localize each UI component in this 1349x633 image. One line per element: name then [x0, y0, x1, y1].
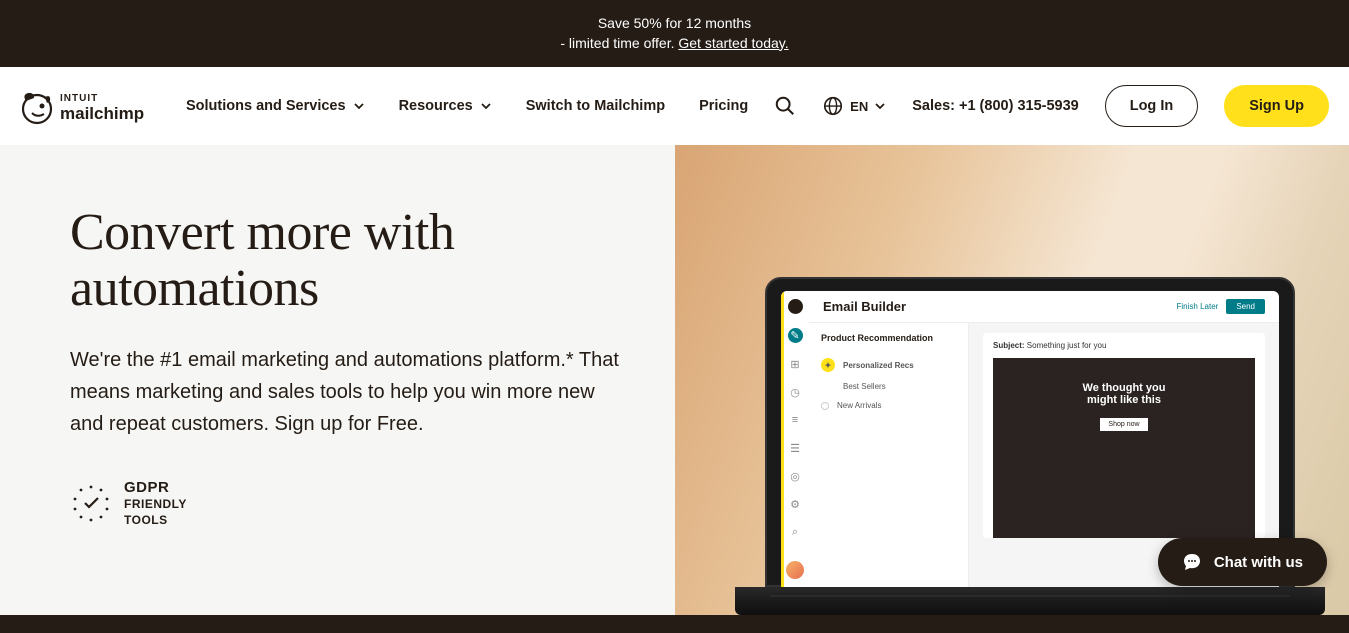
nav-switch[interactable]: Switch to Mailchimp [526, 98, 665, 114]
app-title: Email Builder [823, 299, 906, 314]
chevron-down-icon [874, 100, 886, 112]
chevron-down-icon [353, 100, 365, 112]
globe-icon [822, 95, 844, 117]
rail-icon: ⚙ [788, 497, 802, 511]
sidebar-item: ✦ Personalized Recs [821, 353, 956, 377]
brand-logo[interactable]: INTUIT mailchimp [20, 87, 150, 125]
primary-nav: Solutions and Services Resources Switch … [186, 98, 774, 114]
brand-name-text: mailchimp [60, 104, 144, 123]
send-button: Send [1226, 299, 1265, 314]
promo-banner: Save 50% for 12 months - limited time of… [0, 0, 1349, 67]
chat-widget[interactable]: Chat with us [1158, 538, 1327, 586]
app-sidebar: Product Recommendation ✦ Personalized Re… [809, 323, 969, 589]
rail-logo-icon [788, 299, 803, 314]
rail-search-icon: ⌕ [788, 525, 802, 539]
hero-section: Convert more with automations We're the … [0, 145, 1349, 615]
sales-phone[interactable]: Sales: +1 (800) 315-5939 [912, 98, 1078, 114]
promo-line-1: Save 50% for 12 months [0, 14, 1349, 34]
login-button[interactable]: Log In [1105, 85, 1199, 127]
canvas-subject: Subject: Something just for you [993, 341, 1255, 350]
nav-solutions[interactable]: Solutions and Services [186, 98, 365, 114]
chat-label: Chat with us [1214, 554, 1303, 571]
app-header: Email Builder Finish Later Send [809, 291, 1279, 323]
hero-copy: Convert more with automations We're the … [70, 205, 635, 615]
gdpr-text: GDPR FRIENDLY TOOLS [124, 478, 187, 529]
canvas-card: Subject: Something just for you We thoug… [983, 333, 1265, 538]
nav-resources[interactable]: Resources [399, 98, 492, 114]
gdpr-stars-icon [70, 482, 112, 524]
chevron-down-icon [480, 100, 492, 112]
search-icon[interactable] [774, 95, 796, 117]
laptop-base [735, 587, 1325, 615]
hero-title: Convert more with automations [70, 205, 635, 317]
app-rail: ✎ ⊞ ◷ ≡ ☰ ◎ ⚙ ⌕ [781, 291, 809, 589]
sidebar-title: Product Recommendation [821, 333, 956, 343]
rail-avatar-icon [786, 561, 804, 579]
rail-icon: ≡ [788, 413, 802, 427]
rail-icon: ⊞ [788, 357, 802, 371]
gdpr-badge: GDPR FRIENDLY TOOLS [70, 478, 635, 529]
rail-icon: ◷ [788, 385, 802, 399]
nav-pricing[interactable]: Pricing [699, 98, 748, 114]
chat-bubble-icon [1182, 552, 1202, 572]
language-selector[interactable]: EN [822, 95, 886, 117]
finish-later-link: Finish Later [1177, 302, 1219, 311]
rail-pen-icon: ✎ [788, 328, 803, 343]
rail-icon: ◎ [788, 469, 802, 483]
rail-icon: ☰ [788, 441, 802, 455]
shop-now-button: Shop now [1100, 418, 1147, 431]
sidebar-item: Best Sellers [821, 377, 956, 396]
promo-cta-link[interactable]: Get started today. [678, 35, 788, 51]
promo-line-2: - limited time offer. Get started today. [0, 34, 1349, 54]
radio-icon [821, 402, 829, 410]
brand-parent-text: INTUIT [60, 93, 98, 104]
hero-subtitle: We're the #1 email marketing and automat… [70, 344, 630, 440]
header-actions: EN Sales: +1 (800) 315-5939 Log In Sign … [774, 85, 1329, 127]
sparkle-icon: ✦ [821, 358, 835, 372]
signup-button[interactable]: Sign Up [1224, 85, 1329, 127]
canvas-email-preview: We thought you might like this Shop now [993, 358, 1255, 538]
sidebar-item: New Arrivals [821, 396, 956, 415]
main-header: INTUIT mailchimp Solutions and Services … [0, 67, 1349, 145]
footer-strip [0, 615, 1349, 633]
